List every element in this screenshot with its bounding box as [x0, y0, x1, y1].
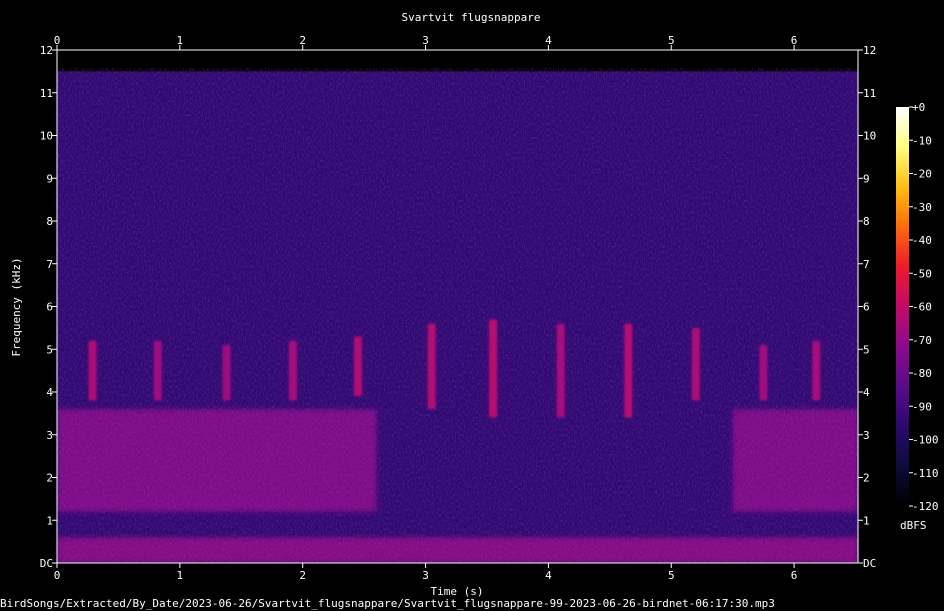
- song-element: [489, 319, 498, 418]
- colorbar-tick-label: -100: [912, 434, 939, 447]
- plot-area: [57, 50, 858, 563]
- noise-texture: [57, 68, 858, 563]
- y-tick-label-right: 2: [863, 472, 870, 485]
- colorbar-unit: dBFS: [900, 519, 927, 532]
- y-tick-label-right: 9: [863, 172, 870, 185]
- colorbar-tick-label: -60: [912, 301, 932, 314]
- y-tick-label: 9: [46, 172, 53, 185]
- colorbar-tick-label: -90: [912, 400, 932, 413]
- colorbar: [896, 107, 909, 506]
- song-element: [288, 340, 297, 401]
- song-element: [353, 336, 362, 397]
- x-tick-label: 5: [668, 569, 675, 582]
- colorbar-tick-label: -40: [912, 234, 932, 247]
- colorbar-tick-label: -10: [912, 134, 932, 147]
- song-element: [624, 323, 633, 418]
- colorbar-tick-label: +0: [912, 101, 925, 114]
- y-tick-label-right: 4: [863, 386, 870, 399]
- x-tick-label: 6: [791, 569, 798, 582]
- x-tick-label-top: 2: [299, 34, 306, 47]
- y-tick-label: 4: [46, 386, 53, 399]
- y-tick-label: 11: [40, 87, 53, 100]
- song-element: [153, 340, 162, 401]
- y-tick-label: DC: [40, 557, 53, 570]
- x-tick-label: 4: [545, 569, 552, 582]
- x-tick-label: 2: [299, 569, 306, 582]
- song-element: [427, 323, 436, 410]
- y-tick-label: 5: [46, 343, 53, 356]
- song-element: [691, 327, 700, 401]
- chart-title: Svartvit flugsnappare: [401, 11, 540, 24]
- y-tick-label-right: 8: [863, 215, 870, 228]
- y-tick-label-right: 11: [863, 87, 876, 100]
- y-tick-label-right: 12: [863, 44, 876, 57]
- y-tick-label: 12: [40, 44, 53, 57]
- spectrogram-chart: Svartvit flugsnappare 00112233445566 DC D…: [0, 11, 939, 610]
- song-element: [812, 340, 821, 401]
- x-tick-label-top: 3: [422, 34, 429, 47]
- y-tick-label-right: 1: [863, 514, 870, 527]
- y-tick-label-right: 7: [863, 258, 870, 271]
- x-tick-label: 3: [422, 569, 429, 582]
- y-tick-label: 1: [46, 514, 53, 527]
- y-tick-label-right: 6: [863, 301, 870, 314]
- song-element: [759, 344, 768, 401]
- colorbar-tick-label: -20: [912, 168, 932, 181]
- y-axis-label: Frequency (kHz): [10, 257, 23, 356]
- x-tick-label-top: 4: [545, 34, 552, 47]
- y-tick-label: 3: [46, 429, 53, 442]
- y-tick-label: 10: [40, 130, 53, 143]
- x-tick-label: 0: [54, 569, 61, 582]
- colorbar-tick-label: -50: [912, 267, 932, 280]
- colorbar-tick-label: -80: [912, 367, 932, 380]
- x-tick-label-top: 6: [791, 34, 798, 47]
- x-tick-label-top: 5: [668, 34, 675, 47]
- x-tick-label: 1: [177, 569, 184, 582]
- song-element: [222, 344, 231, 401]
- y-tick-label-right: 3: [863, 429, 870, 442]
- y-tick-label-right: DC: [863, 557, 876, 570]
- y-tick-label: 2: [46, 472, 53, 485]
- y-tick-label: 6: [46, 301, 53, 314]
- y-tick-label: 8: [46, 215, 53, 228]
- source-filename: BirdSongs/Extracted/By_Date/2023-06-26/S…: [0, 597, 775, 610]
- song-element: [88, 340, 97, 401]
- colorbar-tick-label: -110: [912, 467, 939, 480]
- x-tick-label-top: 0: [54, 34, 61, 47]
- colorbar-tick-label: -120: [912, 500, 939, 513]
- colorbar-ticks: +0 -10 -20 -30 -40 -50 -60 -70 -80 -90 -100 -110 -12…: [909, 101, 939, 513]
- x-tick-label-top: 1: [177, 34, 184, 47]
- y-tick-label-right: 10: [863, 130, 876, 143]
- song-element: [556, 323, 565, 418]
- colorbar-tick-label: -30: [912, 201, 932, 214]
- y-tick-label-right: 5: [863, 343, 870, 356]
- y-tick-label: 7: [46, 258, 53, 271]
- colorbar-tick-label: -70: [912, 334, 932, 347]
